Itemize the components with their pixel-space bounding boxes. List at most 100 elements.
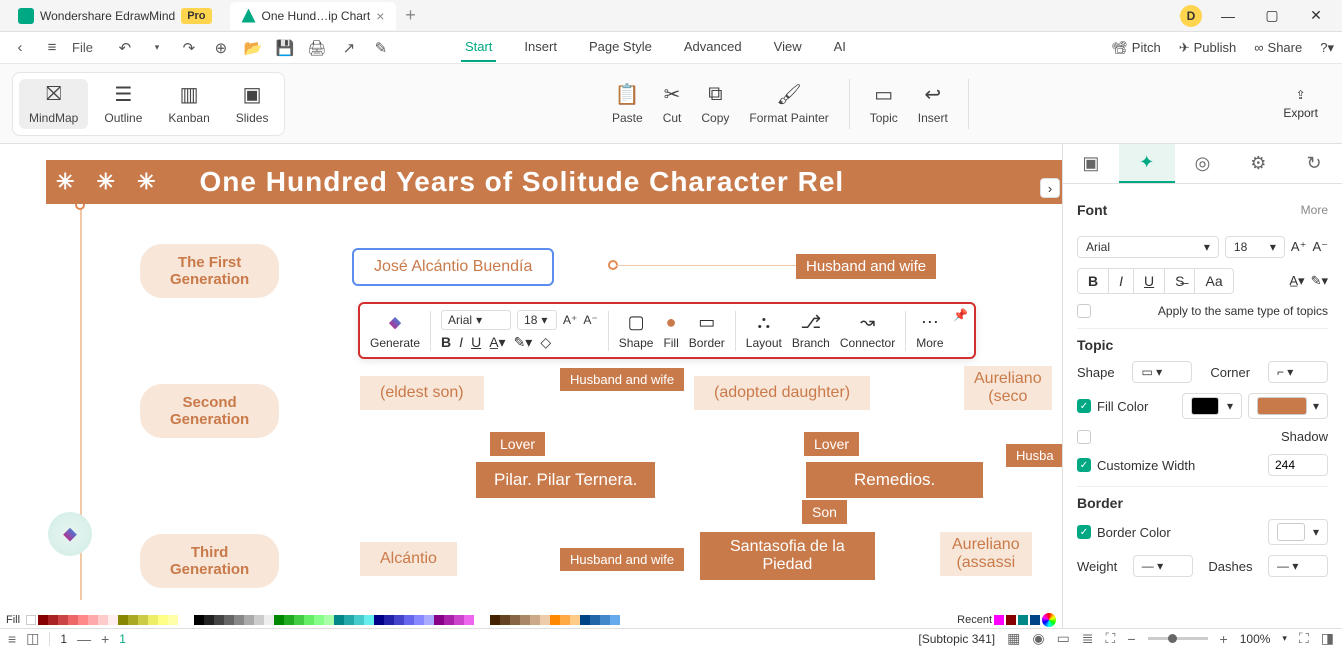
open-icon[interactable]: 📂 (241, 39, 265, 57)
color-swatch[interactable] (590, 615, 600, 625)
app-tab[interactable]: Wondershare EdrawMind Pro (6, 2, 224, 30)
add-tab-button[interactable]: + (396, 2, 424, 30)
paste-button[interactable]: 📋Paste (602, 79, 653, 129)
adopted-daughter-node[interactable]: (adopted daughter) (694, 376, 870, 410)
shape-select[interactable]: ▭ ▾ (1132, 361, 1192, 383)
color-swatch[interactable] (560, 615, 570, 625)
split-view-icon[interactable]: ◫ (26, 630, 39, 647)
prev-page-icon[interactable]: — (77, 631, 91, 647)
recent-swatch[interactable] (994, 615, 1004, 625)
font-family-select[interactable]: Arial▾ (1077, 236, 1219, 258)
back-icon[interactable]: ‹ (8, 39, 32, 56)
color-swatch[interactable] (464, 615, 474, 625)
color-swatch[interactable] (26, 615, 36, 625)
bold-button[interactable]: B (441, 334, 451, 351)
grid-icon[interactable]: ▦ (1007, 630, 1020, 647)
pilar-node[interactable]: Pilar. Pilar Ternera. (476, 462, 655, 498)
zoom-slider[interactable] (1148, 637, 1208, 640)
color-swatch[interactable] (364, 615, 374, 625)
color-swatch[interactable] (314, 615, 324, 625)
tab-node-icon[interactable]: ▣ (1063, 144, 1119, 183)
color-swatch[interactable] (404, 615, 414, 625)
active-page[interactable]: 1 (119, 632, 126, 646)
font-family-select[interactable]: Arial▾ (441, 310, 511, 330)
recent-swatch[interactable] (1006, 615, 1016, 625)
tab-page-style[interactable]: Page Style (585, 33, 656, 62)
color-swatch[interactable] (530, 615, 540, 625)
format-painter-button[interactable]: 🖌Format Painter (739, 79, 838, 129)
tab-ai[interactable]: AI (830, 33, 850, 62)
color-swatch[interactable] (600, 615, 610, 625)
fill-color-picker[interactable]: ▾ (1248, 393, 1328, 419)
close-window-button[interactable]: ✕ (1298, 0, 1334, 32)
undo-icon[interactable]: ↶ (113, 39, 137, 57)
color-swatch[interactable] (490, 615, 500, 625)
color-swatch[interactable] (414, 615, 424, 625)
print-icon[interactable]: 🖨 (305, 39, 329, 57)
corner-select[interactable]: ⌐ ▾ (1268, 361, 1328, 383)
share-button[interactable]: ∞ Share (1254, 40, 1302, 55)
edit-icon[interactable]: ✎ (369, 39, 393, 57)
pitch-button[interactable]: 📽 Pitch (1111, 40, 1160, 56)
color-swatch[interactable] (334, 615, 344, 625)
color-swatch[interactable] (570, 615, 580, 625)
color-swatch[interactable] (118, 615, 128, 625)
maximize-button[interactable]: ▢ (1254, 0, 1290, 32)
relation-husband-wife-2[interactable]: Husband and wife (560, 368, 684, 391)
tab-insert[interactable]: Insert (520, 33, 561, 62)
tab-history-icon[interactable]: ↻ (1286, 144, 1342, 183)
color-palette-1[interactable] (38, 615, 178, 625)
undo-dropdown-icon[interactable]: ▾ (145, 42, 169, 53)
tab-settings-icon[interactable]: ⚙ (1230, 144, 1286, 183)
font-color-button[interactable]: A̲▾ (1289, 273, 1304, 289)
export-icon[interactable]: ↗ (337, 39, 361, 57)
outline-view-button[interactable]: ☰Outline (94, 79, 152, 129)
generate-button[interactable]: ⬥ Generate (370, 312, 420, 350)
dashes-select[interactable]: — ▾ (1268, 555, 1328, 577)
pin-icon[interactable]: 📌 (953, 308, 968, 322)
border-color-checkbox[interactable]: ✓ (1077, 525, 1091, 539)
son-label[interactable]: Son (802, 500, 847, 524)
color-swatch[interactable] (194, 615, 204, 625)
tab-view[interactable]: View (770, 33, 806, 62)
branch-button[interactable]: ⎇Branch (792, 312, 830, 350)
strike-button[interactable]: S̶ (1165, 269, 1195, 293)
italic-button[interactable]: I (459, 334, 463, 351)
fill-button[interactable]: ●Fill (663, 312, 678, 350)
zoom-in-icon[interactable]: + (1220, 631, 1228, 647)
italic-button[interactable]: I (1109, 269, 1134, 293)
relation-husband-wife-1[interactable]: Husband and wife (796, 254, 936, 279)
decrease-font-button[interactable]: A⁻ (1312, 239, 1328, 255)
color-swatch[interactable] (324, 615, 334, 625)
tab-start[interactable]: Start (461, 33, 496, 62)
color-swatch[interactable] (214, 615, 224, 625)
color-swatch[interactable] (234, 615, 244, 625)
save-icon[interactable]: 💾 (273, 39, 297, 57)
export-button[interactable]: ⇪Export (1283, 88, 1330, 120)
color-swatch[interactable] (68, 615, 78, 625)
page-fit-icon[interactable]: ⛶ (1106, 630, 1116, 647)
panel-toggle-icon[interactable]: ◨ (1321, 630, 1334, 647)
increase-font-button[interactable]: A⁺ (1291, 239, 1307, 255)
color-wheel-icon[interactable] (1042, 613, 1056, 627)
color-palette-2[interactable] (194, 615, 474, 625)
color-swatch[interactable] (510, 615, 520, 625)
relation-husband-wife-3[interactable]: Husband and wife (560, 548, 684, 571)
color-swatch[interactable] (98, 615, 108, 625)
kanban-view-button[interactable]: ▥Kanban (158, 79, 219, 129)
aureliano-assassi-node[interactable]: Aureliano (assassi (940, 532, 1032, 576)
zoom-value[interactable]: 100% (1240, 632, 1271, 646)
recent-swatch[interactable] (1018, 615, 1028, 625)
selected-node[interactable]: José Alcántio Buendía (352, 248, 554, 286)
gen2-label[interactable]: Second Generation (140, 384, 279, 438)
fill-mode-select[interactable]: ▾ (1182, 393, 1242, 419)
tab-tag-icon[interactable]: ◎ (1175, 144, 1231, 183)
increase-font-icon[interactable]: A⁺ (563, 313, 577, 327)
color-swatch[interactable] (224, 615, 234, 625)
color-swatch[interactable] (88, 615, 98, 625)
highlight-button[interactable]: ✎▾ (1311, 273, 1328, 289)
color-swatch[interactable] (374, 615, 384, 625)
ai-assistant-button[interactable]: ⬥ (48, 512, 92, 556)
gen3-label[interactable]: Third Generation (140, 534, 279, 588)
underline-button[interactable]: U (1134, 269, 1165, 293)
